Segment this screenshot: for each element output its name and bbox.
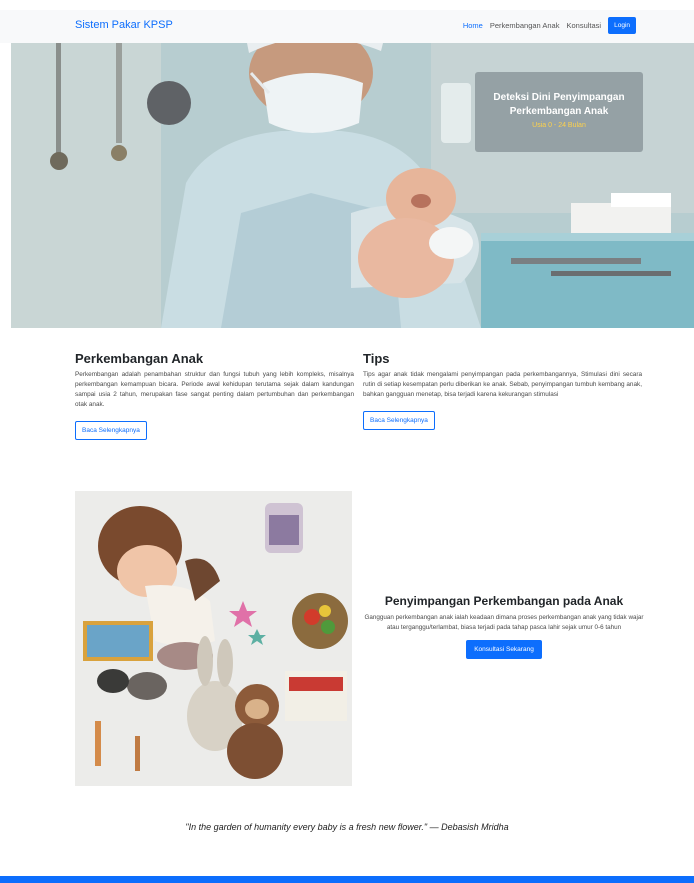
hero-title-line2: Perkembangan Anak xyxy=(509,106,609,117)
deviation-body: Gangguan perkembangan anak ialah keadaan… xyxy=(364,614,644,631)
footer-bar xyxy=(0,876,694,883)
hero-title-line1: Deteksi Dini Penyimpangan xyxy=(493,92,625,103)
nav-link-home[interactable]: Home xyxy=(463,21,483,30)
nav-link-konsultasi[interactable]: Konsultasi xyxy=(566,21,601,30)
read-more-button[interactable]: Baca Selengkapnya xyxy=(75,421,147,440)
article-body: Tips agar anak tidak mengalami penyimpan… xyxy=(363,371,642,398)
hero-caption-box: Deteksi Dini Penyimpangan Perkembangan A… xyxy=(475,72,643,152)
consult-now-button[interactable]: Konsultasi Sekarang xyxy=(466,640,542,659)
hero-banner: Deteksi Dini Penyimpangan Perkembangan A… xyxy=(11,43,694,328)
quote-text: "In the garden of humanity every baby is… xyxy=(185,822,509,832)
article-perkembangan-anak: Perkembangan Anak Perkembangan adalah pe… xyxy=(75,351,354,440)
deviation-section: Penyimpangan Perkembangan pada Anak Gang… xyxy=(364,594,644,659)
nav-link-perkembangan-anak[interactable]: Perkembangan Anak xyxy=(490,21,560,30)
brand-link[interactable]: Sistem Pakar KPSP xyxy=(75,19,173,31)
article-title: Tips xyxy=(363,351,390,366)
baby-toys-photo xyxy=(75,491,352,786)
baby-toys-illustration xyxy=(75,491,352,786)
article-title: Perkembangan Anak xyxy=(75,351,204,366)
login-button[interactable]: Login xyxy=(608,17,636,34)
navbar: Sistem Pakar KPSP Home Perkembangan Anak… xyxy=(0,10,694,43)
read-more-button[interactable]: Baca Selengkapnya xyxy=(363,411,435,430)
deviation-title: Penyimpangan Perkembangan pada Anak xyxy=(384,594,624,608)
nav-links: Home Perkembangan Anak Konsultasi Login xyxy=(463,17,636,34)
article-tips: Tips Tips agar anak tidak mengalami peny… xyxy=(363,351,642,430)
hero-subtitle: Usia 0 - 24 Bulan xyxy=(532,122,586,129)
article-body: Perkembangan adalah penambahan struktur … xyxy=(75,371,354,408)
